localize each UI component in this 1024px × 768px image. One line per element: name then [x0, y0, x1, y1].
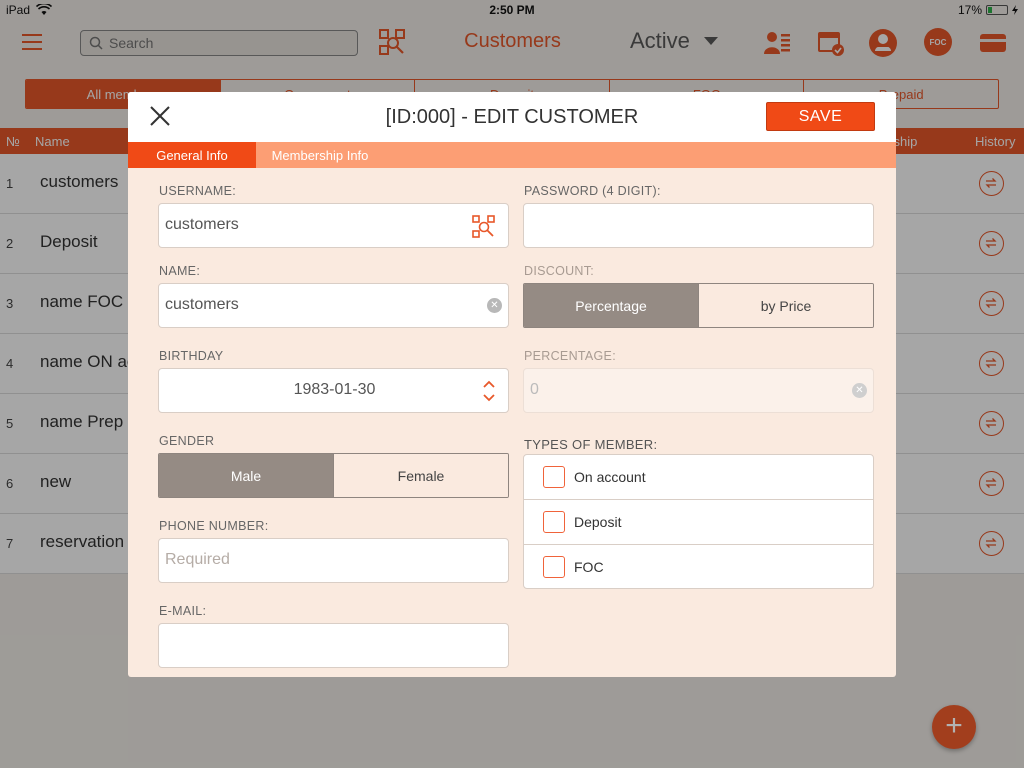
member-type-label: Deposit	[574, 514, 622, 530]
discount-segmented-control: Percentage by Price	[523, 283, 874, 328]
dialog-header: [ID:000] - EDIT CUSTOMER SAVE	[128, 92, 896, 142]
phone-placeholder: Required	[165, 551, 230, 568]
discount-option-percentage[interactable]: Percentage	[524, 284, 698, 327]
save-button[interactable]: SAVE	[766, 102, 875, 131]
member-type-foc[interactable]: FOC	[524, 545, 873, 590]
name-value: customers	[165, 296, 239, 313]
phone-label: PHONE NUMBER:	[159, 519, 269, 533]
gender-label: GENDER	[159, 434, 215, 448]
username-label: USERNAME:	[159, 184, 237, 198]
member-types-list: On account Deposit FOC	[523, 454, 874, 589]
discount-label: DISCOUNT:	[524, 264, 595, 278]
birthday-picker[interactable]: 1983-01-30	[158, 368, 509, 413]
gender-segmented-control: Male Female	[158, 453, 509, 498]
percentage-label: PERCENTAGE:	[524, 349, 616, 363]
birthday-label: BIRTHDAY	[159, 349, 224, 363]
member-type-on-account[interactable]: On account	[524, 455, 873, 500]
add-customer-button[interactable]: +	[932, 705, 976, 749]
dialog-tabs: General Info Membership Info	[128, 142, 896, 168]
tab-general-info[interactable]: General Info	[128, 142, 256, 168]
email-label: E-MAIL:	[159, 604, 207, 618]
password-field[interactable]	[523, 203, 874, 248]
password-label: PASSWORD (4 DIGIT):	[524, 184, 661, 198]
username-field[interactable]: customers	[158, 203, 509, 248]
tab-membership-info[interactable]: Membership Info	[256, 142, 384, 168]
name-label: NAME:	[159, 264, 201, 278]
gender-option-male[interactable]: Male	[159, 454, 333, 497]
checkbox[interactable]	[543, 556, 565, 578]
stepper-icon[interactable]	[482, 379, 496, 403]
name-field[interactable]: customers ✕	[158, 283, 509, 328]
checkbox[interactable]	[543, 511, 565, 533]
checkbox[interactable]	[543, 466, 565, 488]
member-type-deposit[interactable]: Deposit	[524, 500, 873, 545]
member-type-label: On account	[574, 469, 646, 485]
birthday-value: 1983-01-30	[293, 381, 376, 398]
percentage-value: 0	[530, 381, 539, 398]
clear-icon[interactable]: ✕	[487, 298, 502, 313]
phone-field[interactable]: Required	[158, 538, 509, 583]
member-type-label: FOC	[574, 559, 604, 575]
percentage-field[interactable]: 0 ✕	[523, 368, 874, 413]
qr-scan-icon[interactable]	[472, 215, 495, 238]
discount-option-by-price[interactable]: by Price	[698, 284, 873, 327]
gender-option-female[interactable]: Female	[333, 454, 508, 497]
clear-icon[interactable]: ✕	[852, 383, 867, 398]
member-types-label: TYPES OF MEMBER:	[524, 437, 658, 452]
username-value: customers	[165, 216, 239, 233]
email-field[interactable]	[158, 623, 509, 668]
edit-customer-dialog: [ID:000] - EDIT CUSTOMER SAVE General In…	[128, 92, 896, 677]
